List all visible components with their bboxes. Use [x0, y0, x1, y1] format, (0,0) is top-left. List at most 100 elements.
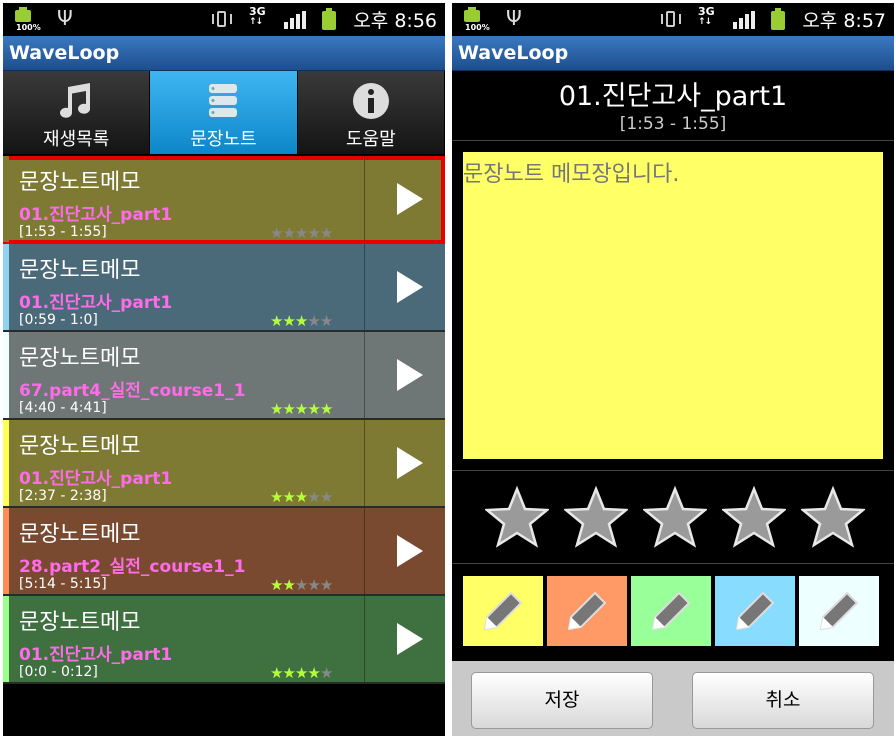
cancel-button[interactable]: 취소: [692, 672, 874, 729]
note-rating: ★★★★★: [270, 312, 333, 330]
note-song: 01.진단고사_part1: [19, 205, 173, 225]
star-icon: ★: [270, 488, 283, 506]
pencil-icon: [819, 591, 859, 631]
tab-label: 재생목록: [43, 129, 110, 150]
music-note-icon: [60, 83, 91, 118]
note-range: [1:53 - 1:55]: [19, 224, 107, 240]
color-swatch[interactable]: [547, 576, 627, 646]
app-title: WaveLoop: [3, 36, 445, 71]
star-icon: ★: [282, 312, 295, 330]
battery-percent-label: 100%: [16, 23, 41, 32]
network-3g-icon: 3G ↑↓: [698, 5, 715, 27]
note-memo: 문장노트메모: [19, 434, 141, 459]
clock: 오후 8:57: [802, 10, 886, 32]
tab-label: 문장노트: [190, 129, 257, 150]
rating-stars: [452, 485, 894, 555]
play-icon: [397, 183, 423, 215]
usb-icon: Ψ: [57, 6, 73, 30]
note-range: [2:37 - 2:38]: [19, 488, 107, 504]
tab-sentence-note[interactable]: 문장노트: [150, 71, 298, 154]
battery-percent-label: 100%: [465, 23, 490, 32]
tab-help[interactable]: 도움말: [297, 71, 445, 154]
play-button[interactable]: [364, 244, 445, 330]
note-row[interactable]: 문장노트메모 67.part4_실전_course1_1 [4:40 - 4:41]…: [3, 332, 445, 420]
note-song: 01.진단고사_part1: [19, 469, 173, 489]
divider: [452, 140, 894, 141]
play-button[interactable]: [364, 420, 445, 506]
star-icon[interactable]: [643, 485, 707, 549]
color-swatch[interactable]: [799, 576, 879, 646]
star-icon[interactable]: [564, 485, 628, 549]
note-rating: ★★★★★: [270, 488, 333, 506]
star-icon: ★: [294, 664, 308, 682]
save-button[interactable]: 저장: [471, 672, 653, 729]
vibrate-icon: [661, 10, 681, 30]
sentence-note-icon: [209, 84, 238, 117]
note-row[interactable]: 문장노트메모 01.진단고사_part1 [0:0 - 0:12] ★★★★★: [3, 596, 445, 684]
pencil-icon: [483, 591, 523, 631]
note-rating: ★★★★★: [270, 224, 333, 242]
signal-icon: [733, 11, 759, 29]
battery-icon: [322, 8, 336, 30]
star-icon[interactable]: [801, 485, 865, 549]
note-range: [4:40 - 4:41]: [19, 400, 107, 416]
note-rating: ★★★★★: [270, 664, 333, 682]
network-3g-icon: 3G ↑↓: [249, 5, 266, 27]
note-color-strip: [3, 508, 9, 594]
note-song: 67.part4_실전_course1_1: [19, 381, 246, 401]
star-icon: ★: [319, 400, 333, 418]
app-title: WaveLoop: [452, 36, 894, 71]
tab-playlist[interactable]: 재생목록: [3, 71, 151, 154]
color-swatch[interactable]: [463, 576, 543, 646]
play-button[interactable]: [364, 332, 445, 418]
note-row[interactable]: 문장노트메모 28.part2_실전_course1_1 [5:14 - 5:15]…: [3, 508, 445, 596]
note-color-strip: [3, 332, 9, 418]
note-song: 01.진단고사_part1: [19, 293, 173, 313]
color-swatch[interactable]: [715, 576, 795, 646]
star-icon[interactable]: [722, 485, 786, 549]
star-icon: ★: [294, 312, 308, 330]
status-bar: 100% Ψ 3G ↑↓ 오후 8:57: [452, 3, 894, 36]
usb-icon: Ψ: [506, 6, 522, 30]
color-palette: [463, 576, 883, 646]
star-icon: ★: [294, 224, 308, 242]
battery-percent-icon: [13, 7, 33, 23]
play-icon: [397, 359, 423, 391]
info-icon: [352, 83, 389, 119]
play-button[interactable]: [364, 596, 445, 682]
pencil-icon: [735, 591, 775, 631]
note-memo: 문장노트메모: [19, 258, 141, 283]
star-icon: ★: [319, 312, 333, 330]
divider: [452, 563, 894, 564]
note-memo: 문장노트메모: [19, 610, 141, 635]
star-icon: ★: [282, 488, 295, 506]
play-button[interactable]: [364, 156, 445, 242]
play-icon: [397, 271, 423, 303]
right-screen: 100% Ψ 3G ↑↓ 오후 8:57 WaveLoop 01.진단고사_par…: [452, 3, 894, 736]
button-bar: 저장 취소: [452, 661, 894, 736]
tab-label: 도움말: [345, 129, 396, 150]
play-icon: [397, 535, 423, 567]
star-icon: ★: [307, 224, 320, 242]
status-bar: 100% Ψ 3G ↑↓ 오후 8:56: [3, 3, 445, 36]
color-swatch[interactable]: [631, 576, 711, 646]
note-row[interactable]: 문장노트메모 01.진단고사_part1 [2:37 - 2:38] ★★★★★: [3, 420, 445, 508]
song-title: 01.진단고사_part1: [558, 81, 788, 112]
star-icon: ★: [270, 224, 283, 242]
note-song: 28.part2_실전_course1_1: [19, 557, 246, 577]
play-icon: [397, 623, 423, 655]
play-button[interactable]: [364, 508, 445, 594]
star-icon: ★: [307, 488, 320, 506]
note-song: 01.진단고사_part1: [19, 645, 173, 665]
star-icon: ★: [270, 576, 283, 594]
note-row[interactable]: 문장노트메모 01.진단고사_part1 [0:59 - 1:0] ★★★★★: [3, 244, 445, 332]
star-icon[interactable]: [485, 485, 549, 549]
note-color-strip: [3, 156, 9, 242]
memo-textarea[interactable]: 문장노트 메모장입니다.: [463, 152, 883, 459]
note-memo: 문장노트메모: [19, 346, 141, 371]
star-icon: ★: [307, 400, 320, 418]
note-color-strip: [3, 420, 9, 506]
star-icon: ★: [307, 576, 320, 594]
note-row[interactable]: 문장노트메모 01.진단고사_part1 [1:53 - 1:55] ★★★★★: [3, 156, 445, 244]
star-icon: ★: [319, 576, 333, 594]
